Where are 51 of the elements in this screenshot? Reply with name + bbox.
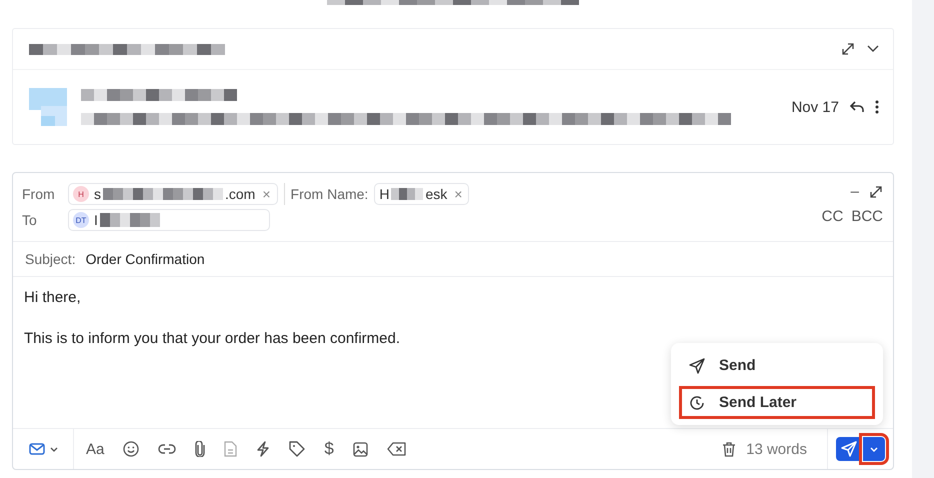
reply-icon[interactable]: [849, 100, 865, 114]
menu-item[interactable]: Send: [679, 349, 875, 382]
minimize-button[interactable]: –: [850, 183, 859, 200]
link-icon[interactable]: [158, 443, 176, 455]
from-label: From: [22, 186, 56, 202]
body-paragraph: Hi there,: [24, 289, 82, 306]
caret-icon: [870, 446, 878, 452]
menu-item[interactable]: Send Later: [679, 386, 875, 419]
image-icon[interactable]: [352, 442, 368, 456]
clear-format-icon[interactable]: [386, 442, 407, 456]
emoji-icon[interactable]: [123, 441, 140, 457]
from-name-chip[interactable]: H esk ×: [374, 183, 470, 205]
initials-avatar: DT: [73, 212, 89, 228]
text-format-button[interactable]: Aa: [86, 440, 104, 458]
subject-text: Order Confirmation: [86, 251, 205, 267]
redacted-block: [100, 213, 160, 227]
expand-icon[interactable]: [869, 184, 883, 198]
initials-avatar: H: [73, 186, 89, 202]
send-options-button[interactable]: [863, 437, 885, 461]
chip-text: s: [94, 186, 101, 202]
clock-icon: [689, 394, 705, 410]
email-channel-button[interactable]: [28, 443, 58, 455]
to-label: To: [22, 212, 38, 228]
lightning-icon[interactable]: [256, 441, 270, 457]
message-date: Nov 17: [791, 98, 839, 116]
trash-icon[interactable]: [722, 441, 736, 457]
chip-text: esk: [425, 186, 448, 202]
cc-link[interactable]: CC: [822, 208, 844, 225]
subject-label: Subject:: [25, 251, 76, 267]
body-paragraph: This is to inform you that your order has been confirmed.: [24, 330, 402, 347]
recipient-chip[interactable]: DT I: [68, 209, 270, 231]
bcc-link[interactable]: BCC: [851, 208, 883, 225]
currency-button[interactable]: $: [324, 439, 334, 459]
send-icon: [689, 358, 705, 374]
chip-text: H: [379, 186, 390, 202]
chevron-down-icon[interactable]: [867, 45, 879, 53]
from-name-label: From Name:: [290, 186, 368, 202]
more-icon[interactable]: [875, 100, 879, 114]
chip-text: I: [94, 212, 98, 228]
attachment-icon[interactable]: [195, 441, 206, 457]
avatar-icon: [29, 88, 67, 126]
expand-icon[interactable]: [841, 42, 855, 56]
redacted-block: [391, 188, 424, 200]
sender-chip[interactable]: H s .com ×: [68, 183, 278, 205]
caret-icon: [50, 446, 58, 452]
remove-button[interactable]: ×: [454, 186, 462, 202]
remove-button[interactable]: ×: [262, 186, 271, 202]
tag-icon[interactable]: [289, 441, 306, 457]
chip-text: .com: [225, 186, 256, 202]
send-button[interactable]: [836, 437, 862, 461]
word-count: 13 words: [746, 440, 808, 458]
